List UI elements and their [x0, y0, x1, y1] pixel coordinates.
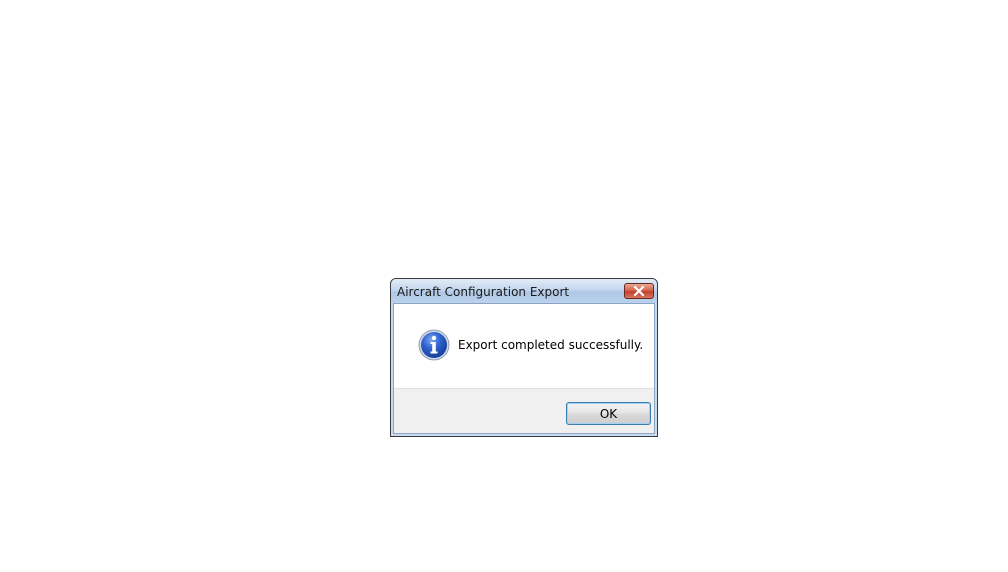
close-icon [633, 286, 645, 296]
button-area: OK [394, 388, 654, 433]
message-area: Export completed successfully. [394, 304, 654, 388]
close-button[interactable] [624, 283, 654, 299]
dialog-title: Aircraft Configuration Export [397, 285, 570, 299]
dialog-message: Export completed successfully. [458, 338, 644, 352]
ok-button[interactable]: OK [566, 402, 651, 425]
message-dialog: Aircraft Configuration Export Export com… [390, 278, 658, 437]
desktop-background: Aircraft Configuration Export Export com… [0, 0, 1008, 572]
information-icon [418, 329, 450, 361]
dialog-body: Export completed successfully. OK [393, 303, 655, 434]
dialog-title-bar[interactable]: Aircraft Configuration Export [391, 279, 657, 303]
